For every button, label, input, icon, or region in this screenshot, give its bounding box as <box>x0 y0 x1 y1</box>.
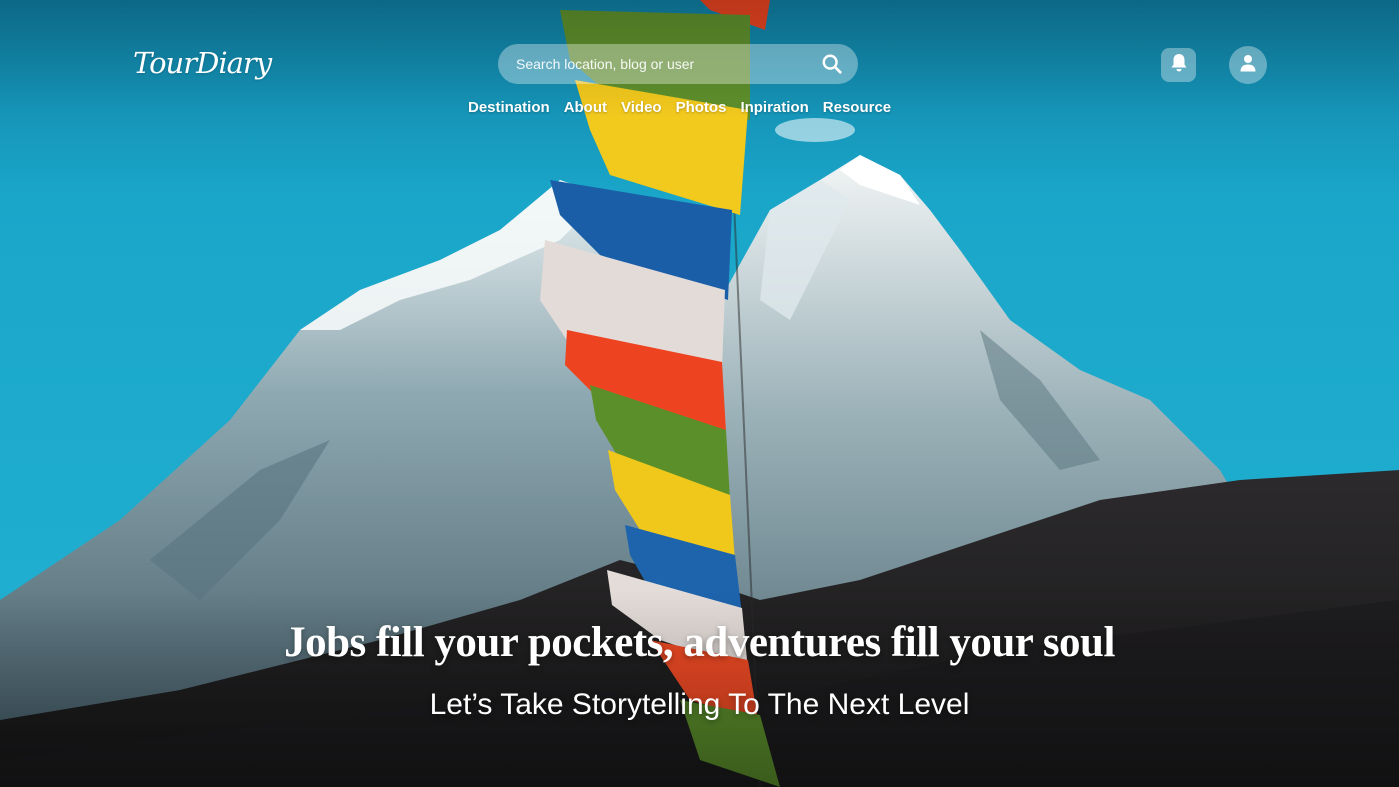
brand-logo[interactable]: TourDiary <box>133 46 272 80</box>
search-input[interactable] <box>516 56 812 72</box>
nav-item-video[interactable]: Video <box>621 99 662 116</box>
search-bar <box>498 44 858 84</box>
hero-subheadline: Let’s Take Storytelling To The Next Leve… <box>429 688 970 721</box>
hero-background-image <box>0 0 1399 787</box>
notifications-button[interactable] <box>1161 48 1196 82</box>
bell-icon <box>1170 53 1188 78</box>
nav-item-about[interactable]: About <box>564 99 607 116</box>
user-icon <box>1240 54 1256 77</box>
nav-item-destination[interactable]: Destination <box>468 99 550 116</box>
hero-section: TourDiary Destination About Video Photos… <box>0 0 1399 787</box>
nav-item-resource[interactable]: Resource <box>823 99 891 116</box>
nav-item-photos[interactable]: Photos <box>676 99 727 116</box>
nav-item-inspiration[interactable]: Inpiration <box>740 99 808 116</box>
main-navigation: Destination About Video Photos Inpiratio… <box>468 99 905 116</box>
search-icon[interactable] <box>812 44 852 84</box>
hero-headline: Jobs fill your pockets, adventures fill … <box>284 619 1115 666</box>
profile-button[interactable] <box>1229 46 1267 84</box>
